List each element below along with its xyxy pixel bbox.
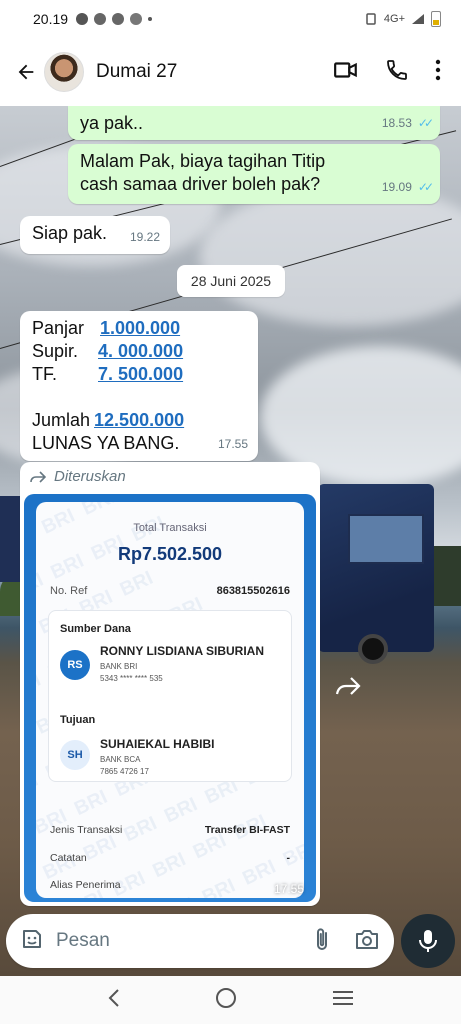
message-outgoing[interactable]: Malam Pak, biaya tagihan Titip cash sama… bbox=[68, 144, 440, 204]
message-note: LUNAS YA BANG. bbox=[32, 433, 180, 453]
detail-label: Catatan bbox=[50, 852, 87, 864]
source-avatar: RS bbox=[60, 650, 90, 680]
tiktok-icon bbox=[112, 13, 125, 25]
total-transaction-amount: Rp7.502.500 bbox=[117, 544, 223, 564]
message-meta: 18.53 ✓✓ bbox=[381, 112, 434, 135]
forwarded-label: Diteruskan bbox=[30, 468, 126, 485]
message-time: 19.22 bbox=[129, 230, 160, 244]
more-vert-icon[interactable] bbox=[435, 59, 441, 86]
source-account: 5343 **** **** 535 bbox=[100, 674, 163, 683]
message-time: 17.55 bbox=[273, 882, 304, 896]
message-text: Malam Pak, biaya tagihan Titip cash sama… bbox=[80, 151, 326, 194]
detail-label: Alias Penerima bbox=[50, 879, 121, 891]
breakdown-row: Supir. 4. 000.000 bbox=[32, 340, 246, 363]
message-meta: 19.22 bbox=[130, 226, 160, 249]
row-label: TF. bbox=[32, 364, 57, 384]
message-time: 18.53 bbox=[381, 116, 412, 130]
message-meta: 17.55 bbox=[218, 433, 248, 456]
message-text: Siap pak. bbox=[32, 223, 108, 243]
tiktok-icon bbox=[94, 13, 107, 25]
notification-icons bbox=[76, 13, 153, 25]
detail-row: Alias Penerima bbox=[50, 879, 290, 891]
sticker-icon[interactable] bbox=[20, 927, 44, 956]
back-arrow-icon[interactable] bbox=[12, 58, 40, 86]
destination-avatar: SH bbox=[60, 740, 90, 770]
chat-header: Dumai 27 bbox=[0, 38, 461, 106]
row-label: Supir. bbox=[32, 341, 79, 361]
message-incoming[interactable]: Siap pak. 19.22 bbox=[20, 216, 170, 254]
network-type: 4G+ bbox=[383, 13, 405, 25]
total-value-link[interactable]: 12.500.000 bbox=[94, 409, 184, 432]
forward-icon bbox=[30, 470, 46, 483]
camera-icon[interactable] bbox=[354, 928, 380, 955]
video-call-icon[interactable] bbox=[333, 57, 359, 88]
battery-icon bbox=[431, 11, 441, 27]
status-time: 20.19 bbox=[33, 11, 69, 27]
ref-value: 863815502616 bbox=[216, 585, 290, 597]
detail-label: Jenis Transaksi bbox=[50, 824, 123, 836]
vibrate-icon bbox=[366, 13, 376, 25]
message-meta: 19.09 ✓✓ bbox=[381, 176, 434, 199]
destination-account: 7865 4726 17 bbox=[100, 767, 149, 776]
breakdown-row: Panjar 1.000.000 bbox=[32, 317, 246, 340]
status-bar: 20.19 4G+ bbox=[0, 0, 461, 38]
total-transaction-label: Total Transaksi bbox=[133, 522, 207, 534]
read-ticks-icon: ✓✓ bbox=[417, 180, 434, 194]
row-value-link[interactable]: 7. 500.000 bbox=[98, 363, 183, 386]
forwarded-text: Diteruskan bbox=[54, 468, 126, 485]
message-text: ya pak.. bbox=[80, 113, 144, 133]
row-value-link[interactable]: 1.000.000 bbox=[100, 317, 180, 340]
message-incoming[interactable]: Panjar 1.000.000 Supir. 4. 000.000 TF. 7… bbox=[20, 311, 258, 461]
mic-icon bbox=[419, 930, 437, 952]
read-ticks-icon: ✓✓ bbox=[417, 116, 434, 130]
detail-row: Catatan - bbox=[50, 852, 290, 864]
system-icons: 4G+ bbox=[364, 11, 441, 27]
message-input[interactable]: Pesan bbox=[56, 930, 110, 952]
phone-call-icon[interactable] bbox=[385, 58, 409, 87]
message-composer[interactable]: Pesan bbox=[6, 914, 394, 968]
nav-recents-icon[interactable] bbox=[332, 990, 354, 1011]
system-nav-bar bbox=[0, 976, 461, 1024]
notification-icon bbox=[76, 13, 89, 25]
payment-breakdown: Panjar 1.000.000 Supir. 4. 000.000 TF. 7… bbox=[32, 317, 246, 455]
breakdown-row: TF. 7. 500.000 bbox=[32, 363, 246, 386]
total-row: Jumlah 12.500.000 bbox=[32, 409, 246, 432]
row-label: Panjar bbox=[32, 318, 85, 338]
receipt-image[interactable]: BRI BRI BRI BRI BRI BRI BRI BRI BRI BRI … bbox=[24, 494, 316, 902]
contact-name[interactable]: Dumai 27 bbox=[96, 61, 177, 83]
source-label: Sumber Dana bbox=[60, 623, 131, 635]
contact-avatar[interactable] bbox=[44, 52, 84, 92]
source-name: RONNY LISDIANA SIBURIAN bbox=[100, 644, 265, 658]
ref-label: No. Ref bbox=[50, 585, 88, 597]
message-time: 17.55 bbox=[217, 437, 248, 451]
detail-value: - bbox=[286, 852, 291, 864]
detail-row: Jenis Transaksi Transfer BI-FAST bbox=[50, 824, 290, 836]
signal-icon bbox=[412, 14, 424, 24]
destination-label: Tujuan bbox=[60, 714, 96, 726]
message-time: 19.09 bbox=[381, 180, 412, 194]
source-bank: BANK BRI bbox=[100, 662, 138, 671]
detail-value: Transfer BI-FAST bbox=[204, 824, 290, 836]
chrome-icon bbox=[130, 13, 143, 25]
message-outgoing[interactable]: ya pak.. 18.53 ✓✓ bbox=[68, 106, 440, 140]
total-label: Jumlah bbox=[32, 410, 91, 430]
destination-name: SUHAIEKAL HABIBI bbox=[100, 737, 215, 751]
receipt-card: BRI BRI BRI BRI BRI BRI BRI BRI BRI BRI … bbox=[36, 502, 304, 898]
row-value-link[interactable]: 4. 000.000 bbox=[98, 340, 183, 363]
nav-back-icon[interactable] bbox=[107, 988, 121, 1013]
more-notifications-icon bbox=[148, 17, 153, 21]
attach-icon[interactable] bbox=[314, 926, 330, 957]
destination-bank: BANK BCA bbox=[100, 755, 141, 764]
forward-icon[interactable] bbox=[330, 668, 366, 704]
date-separator: 28 Juni 2025 bbox=[177, 265, 285, 297]
nav-home-icon[interactable] bbox=[215, 987, 237, 1014]
mic-button[interactable] bbox=[401, 914, 455, 968]
